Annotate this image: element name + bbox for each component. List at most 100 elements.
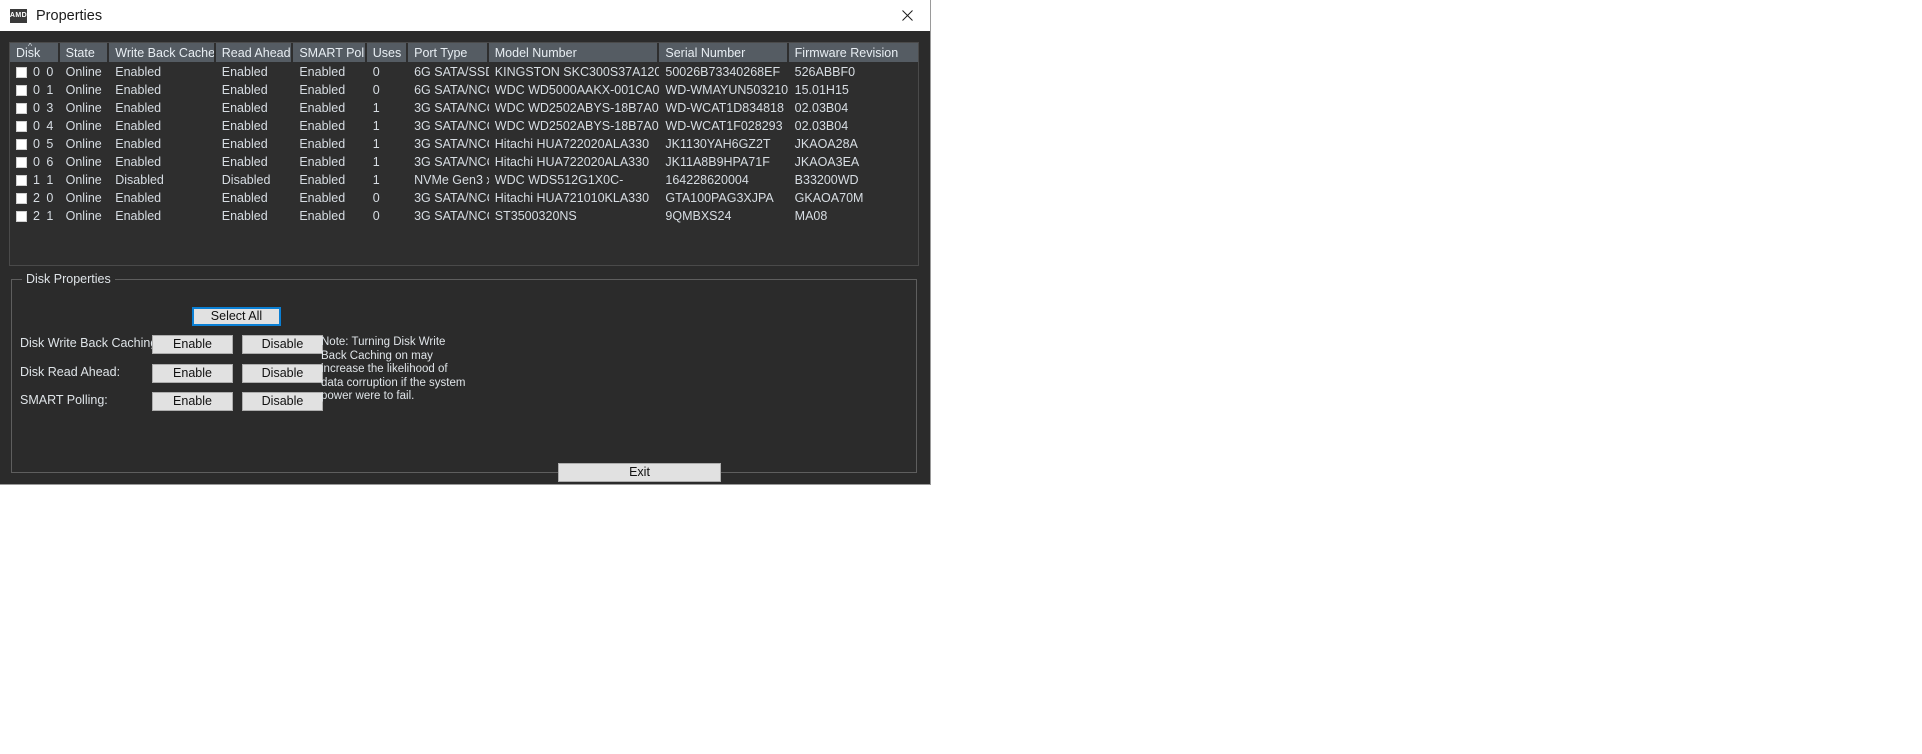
cell-state: Online (65, 83, 102, 97)
table-row[interactable]: 2 0 Online Enabled Enabled Enabled 0 3G SATA/N… (10, 189, 918, 207)
row-checkbox[interactable] (16, 103, 27, 114)
cell-model-number: Hitachi HUA721010KLA330 (494, 191, 650, 205)
column-header-port-type[interactable]: Port Type (408, 43, 489, 63)
sort-ascending-icon: ^ (28, 43, 33, 51)
cell-smart-poll: Enabled (299, 65, 346, 79)
select-all-button[interactable]: Select All (192, 307, 281, 326)
smart-polling-disable-button[interactable]: Disable (242, 392, 323, 411)
read-ahead-enable-button[interactable]: Enable (152, 364, 233, 383)
cell-firmware-revision: 02.03B04 (794, 101, 849, 115)
cell-serial-number: JK1130YAH6GZ2T (665, 137, 771, 151)
cell-port-type: 3G SATA/NCQ (414, 119, 489, 133)
column-header-firmware-revision[interactable]: Firmware Revision (788, 43, 918, 63)
cell-smart-poll: Enabled (299, 83, 346, 97)
window-title: Properties (36, 7, 103, 24)
column-header-write-back-cache[interactable]: Write Back Cache (109, 43, 216, 63)
cell-firmware-revision: 15.01H15 (794, 83, 849, 97)
column-header-disk[interactable]: ^ Disk (10, 43, 60, 63)
table-row[interactable]: 0 4 Online Enabled Enabled Enabled 1 3G SATA/N… (10, 117, 918, 135)
column-header-label: State (65, 45, 95, 60)
smart-polling-enable-button[interactable]: Enable (152, 392, 233, 411)
column-header-uses[interactable]: Uses (366, 43, 409, 63)
cell-uses: 0 (372, 209, 380, 223)
cell-smart-poll: Enabled (299, 173, 346, 187)
cell-read-ahead: Enabled (221, 209, 268, 223)
table-row[interactable]: 1 1 Online Disabled Disabled Enabled 1 NVMe Ge… (10, 171, 918, 189)
cell-serial-number: 9QMBXS24 (665, 209, 732, 223)
cell-state: Online (65, 173, 102, 187)
row-checkbox[interactable] (16, 67, 27, 78)
cell-uses: 1 (372, 137, 380, 151)
table-row[interactable]: 2 1 Online Enabled Enabled Enabled 0 3G SATA/N… (10, 207, 918, 225)
disk-id-label: 1 1 (33, 173, 55, 187)
cell-write-back-cache: Enabled (115, 137, 162, 151)
cell-model-number: WDC WD2502ABYS-18B7A0 (494, 119, 659, 133)
row-checkbox[interactable] (16, 175, 27, 186)
table-body: 0 0 Online Enabled Enabled Enabled 0 6G SATA/S… (10, 63, 918, 225)
cell-uses: 1 (372, 173, 380, 187)
cell-read-ahead: Enabled (221, 155, 268, 169)
cell-read-ahead: Enabled (221, 137, 268, 151)
write-back-caching-disable-button[interactable]: Disable (242, 335, 323, 354)
cell-write-back-cache: Enabled (115, 209, 162, 223)
cell-disk: 1 1 (10, 171, 60, 189)
cell-firmware-revision: JKAOA3EA (794, 155, 860, 169)
row-checkbox[interactable] (16, 121, 27, 132)
column-header-model-number[interactable]: Model Number (488, 43, 660, 63)
cell-port-type: 3G SATA/NCQ (414, 101, 489, 115)
disk-properties-legend: Disk Properties (22, 272, 115, 286)
table-row[interactable]: 0 3 Online Enabled Enabled Enabled 1 3G SATA/N… (10, 99, 918, 117)
disk-table: ^ Disk State Write Back Cache Read Ahead… (9, 42, 919, 266)
table-row[interactable]: 0 0 Online Enabled Enabled Enabled 0 6G SATA/S… (10, 63, 918, 81)
cell-read-ahead: Enabled (221, 83, 268, 97)
cell-write-back-cache: Enabled (115, 65, 162, 79)
cell-uses: 0 (372, 65, 380, 79)
cell-read-ahead: Enabled (221, 65, 268, 79)
disk-id-label: 0 3 (33, 101, 55, 115)
row-checkbox[interactable] (16, 139, 27, 150)
write-back-caching-enable-button[interactable]: Enable (152, 335, 233, 354)
disk-id-label: 0 0 (33, 65, 55, 79)
close-icon[interactable] (885, 0, 930, 31)
write-back-caching-note: Note: Turning Disk Write Back Caching on… (321, 336, 466, 402)
cell-uses: 0 (372, 191, 380, 205)
table-row[interactable]: 0 6 Online Enabled Enabled Enabled 1 3G SATA/N… (10, 153, 918, 171)
exit-button[interactable]: Exit (558, 463, 721, 482)
cell-serial-number: 164228620004 (665, 173, 749, 187)
column-header-read-ahead[interactable]: Read Ahead (215, 43, 294, 63)
row-checkbox[interactable] (16, 85, 27, 96)
cell-port-type: 6G SATA/NCQ (414, 83, 489, 97)
column-header-label: Firmware Revision (794, 45, 899, 60)
row-checkbox[interactable] (16, 157, 27, 168)
column-header-state[interactable]: State (59, 43, 110, 63)
cell-firmware-revision: 02.03B04 (794, 119, 849, 133)
read-ahead-disable-button[interactable]: Disable (242, 364, 323, 383)
cell-serial-number: GTA100PAG3XJPA (665, 191, 774, 205)
disk-id-label: 0 1 (33, 83, 55, 97)
table-row[interactable]: 0 5 Online Enabled Enabled Enabled 1 3G SATA/N… (10, 135, 918, 153)
cell-uses: 1 (372, 155, 380, 169)
write-back-caching-row: Disk Write Back Caching: Enable Disable (20, 335, 924, 354)
cell-disk: 0 4 (10, 117, 60, 135)
cell-read-ahead: Enabled (221, 119, 268, 133)
column-header-serial-number[interactable]: Serial Number (659, 43, 789, 63)
disk-id-label: 2 1 (33, 209, 55, 223)
cell-firmware-revision: 526ABBF0 (794, 65, 856, 79)
cell-serial-number: WD-WCAT1F028293 (665, 119, 783, 133)
cell-write-back-cache: Disabled (115, 173, 164, 187)
cell-disk: 2 1 (10, 207, 60, 225)
row-checkbox[interactable] (16, 193, 27, 204)
row-checkbox[interactable] (16, 211, 27, 222)
table-row[interactable]: 0 1 Online Enabled Enabled Enabled 0 6G SATA/N… (10, 81, 918, 99)
cell-uses: 1 (372, 119, 380, 133)
cell-model-number: WDC WD5000AAKX-001CA0 (494, 83, 660, 97)
smart-polling-label: SMART Polling: (20, 393, 108, 407)
cell-state: Online (65, 119, 102, 133)
cell-serial-number: WD-WCAT1D834818 (665, 101, 784, 115)
cell-disk: 0 1 (10, 81, 60, 99)
column-header-smart-poll[interactable]: SMART Poll (293, 43, 367, 63)
cell-state: Online (65, 137, 102, 151)
read-ahead-row: Disk Read Ahead: Enable Disable (20, 364, 924, 383)
cell-state: Online (65, 209, 102, 223)
cell-uses: 0 (372, 83, 380, 97)
